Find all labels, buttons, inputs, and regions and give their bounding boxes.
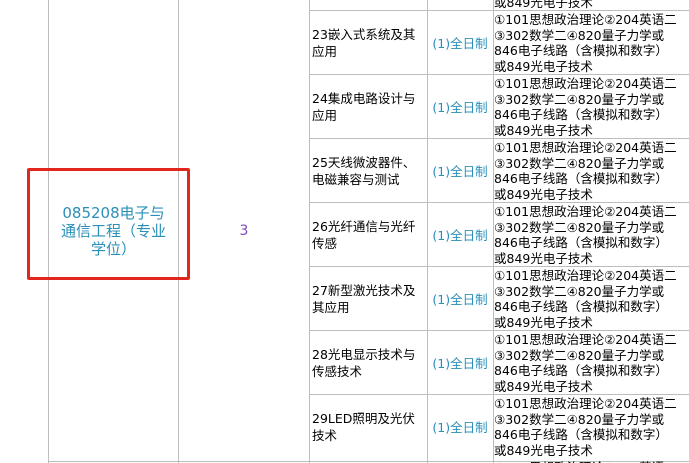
study-mode: (1)全日制: [432, 36, 488, 51]
table-row: 24集成电路设计与应用 (1)全日制 ①101思想政治理论②204英语二 ③30…: [309, 75, 689, 138]
study-mode: (1)全日制: [432, 420, 488, 435]
table-row: 26光纤通信与光纤传感 (1)全日制 ①101思想政治理论②204英语二 ③30…: [309, 203, 689, 266]
table-row: 23嵌入式系统及其应用 (1)全日制 ①101思想政治理论②204英语二 ③30…: [309, 11, 689, 74]
exam-subjects: ①101思想政治理论②204英语二 ③302数学二④820量子力学或 846电子…: [494, 332, 677, 395]
exam-subjects: ①101思想政治理论②204英语二 ③302数学二④820量子力学或 846电子…: [494, 396, 677, 459]
study-mode: (1)全日制: [432, 292, 488, 307]
exam-subjects: ①101思想政治理论②204英语二 ③302数学二④820量子力学或 846电子…: [494, 140, 677, 203]
table-row: 27新型激光技术及其应用 (1)全日制 ①101思想政治理论②204英语二 ③3…: [309, 267, 689, 330]
research-direction: 24集成电路设计与应用: [312, 90, 416, 123]
highlight-annotation-box: [27, 168, 190, 280]
research-direction: 29LED照明及光伏技术: [312, 410, 415, 443]
exam-subjects: ①101思想政治理论②204英语二 ③302数学二④820量子力学或 846电子…: [494, 268, 677, 331]
study-mode: (1)全日制: [432, 228, 488, 243]
table-row-partial-top: 或849光电子技术: [309, 0, 689, 10]
research-direction: 23嵌入式系统及其应用: [312, 26, 416, 59]
study-mode: (1)全日制: [432, 164, 488, 179]
table-row: 29LED照明及光伏技术 (1)全日制 ①101思想政治理论②204英语二 ③3…: [309, 395, 689, 458]
exam-subjects: ①101思想政治理论②204英语二 ③302数学二④820量子力学或 846电子…: [494, 76, 677, 139]
research-direction: 28光电显示技术与传感技术: [312, 346, 416, 379]
exam-subjects: ①101思想政治理论②204英语二 ③302数学二④820量子力学或 846电子…: [494, 204, 677, 267]
table-row: 25天线微波器件、电磁兼容与测试 (1)全日制 ①101思想政治理论②204英语…: [309, 139, 689, 202]
research-direction: 26光纤通信与光纤传感: [312, 218, 416, 251]
study-mode: (1)全日制: [432, 100, 488, 115]
study-mode: (1)全日制: [432, 356, 488, 371]
enrollment-count-cell: 3: [179, 0, 309, 461]
enrollment-count: 3: [239, 222, 249, 239]
research-direction: 25天线微波器件、电磁兼容与测试: [312, 154, 416, 187]
exam-subjects: ①101思想政治理论②204英语二 ③302数学二④820量子力学或 846电子…: [494, 12, 677, 75]
table-row: 28光电显示技术与传感技术 (1)全日制 ①101思想政治理论②204英语二 ③…: [309, 331, 689, 394]
research-direction: 27新型激光技术及其应用: [312, 282, 416, 315]
